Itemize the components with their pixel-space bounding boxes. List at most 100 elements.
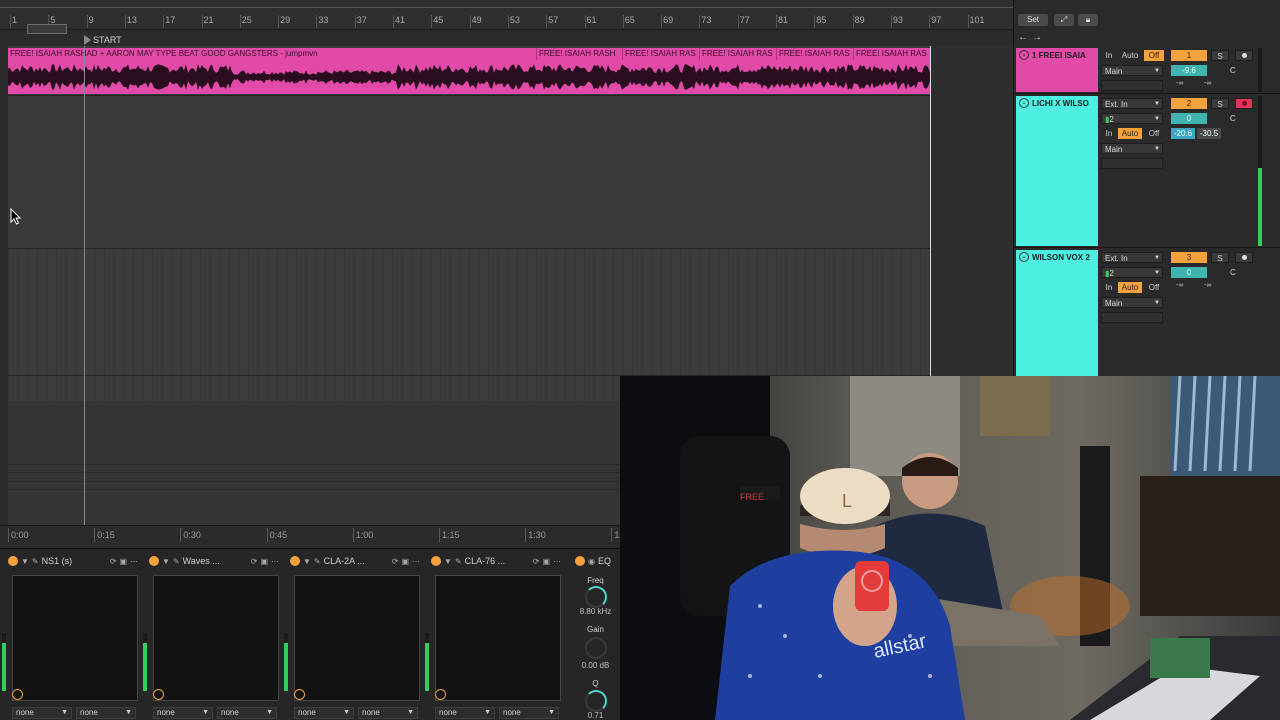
start-marker[interactable]: START [84, 34, 122, 46]
link-icon[interactable]: ⟳ [251, 557, 258, 566]
pan-field[interactable]: C [1230, 114, 1236, 123]
macro-select-2[interactable]: none ▼ [76, 707, 136, 719]
track-name[interactable]: LICHI X WILSO [1016, 96, 1098, 108]
fold-icon[interactable]: ▼ [162, 557, 170, 566]
input-channel-select[interactable]: ▮2 ▼ [1101, 267, 1163, 278]
solo-button[interactable]: S [1211, 252, 1229, 263]
link-icon[interactable]: ⟳ [533, 557, 540, 566]
input-type-select[interactable]: Ext. In ▼ [1101, 252, 1163, 263]
monitor-auto[interactable]: Auto [1118, 50, 1142, 61]
track-color-bar[interactable] [1016, 250, 1098, 376]
monitor-auto[interactable]: Auto [1118, 128, 1142, 139]
save-icon[interactable]: ▣ [401, 557, 409, 566]
output-select[interactable]: Main ▼ [1101, 297, 1163, 308]
plugin-display[interactable] [294, 575, 420, 701]
monitor-off[interactable]: Off [1144, 50, 1164, 61]
q-knob[interactable] [585, 690, 607, 712]
macro-select-2[interactable]: none ▼ [499, 707, 559, 719]
wrench-icon[interactable]: ✎ [32, 557, 39, 566]
volume-field[interactable]: 0 [1171, 113, 1207, 124]
device-header[interactable]: ▼ ✎ NS1 (s) ⟳ ▣ ⋯ [8, 553, 138, 569]
power-icon[interactable] [290, 556, 300, 566]
time-ruler[interactable]: 0:00 0:15 0:30 0:45 1:00 1:15 1:30 1: [0, 525, 622, 545]
solo-button[interactable]: S [1211, 50, 1229, 61]
track-color-bar[interactable] [1016, 96, 1098, 246]
more-icon[interactable]: ⋯ [553, 557, 561, 566]
loop-brace[interactable] [27, 24, 67, 34]
track-activator[interactable]: 2 [1171, 98, 1207, 109]
more-icon[interactable]: ⋯ [271, 557, 279, 566]
info-icon[interactable]: ◉ [588, 557, 595, 566]
fold-icon[interactable]: ▼ [444, 557, 452, 566]
macro-select-2[interactable]: none ▼ [217, 707, 277, 719]
link-icon[interactable]: ⟳ [392, 557, 399, 566]
input-channel-select[interactable]: ▮2 ▼ [1101, 113, 1163, 124]
fold-icon[interactable]: ▼ [21, 557, 29, 566]
arm-button[interactable] [1235, 252, 1253, 263]
volume-field[interactable]: -9.6 [1171, 65, 1207, 76]
macro-select-2[interactable]: none ▼ [358, 707, 418, 719]
audio-clip[interactable]: FREE! ISAIAH RASHAD + AARON MAY TYPE BEA… [8, 48, 930, 94]
macro-select-1[interactable]: none ▼ [12, 707, 72, 719]
wrench-icon[interactable]: ✎ [173, 557, 180, 566]
freq-knob[interactable] [585, 586, 607, 608]
set-button[interactable]: Set [1018, 14, 1048, 26]
save-icon[interactable]: ▣ [119, 557, 127, 566]
power-icon[interactable] [8, 556, 18, 566]
output-select[interactable]: Main ▼ [1101, 143, 1163, 154]
expand-icon[interactable]: ⤢ [1054, 14, 1074, 26]
lock-icon[interactable]: 🔒︎ [1078, 14, 1098, 26]
power-icon[interactable] [575, 556, 585, 566]
device-header[interactable]: ▼ ✎ CLA-76 ... ⟳ ▣ ⋯ [431, 553, 561, 569]
volume-field[interactable]: 0 [1171, 267, 1207, 278]
macro-knob[interactable] [153, 689, 164, 700]
track-lane-2[interactable] [8, 96, 1013, 249]
overview-strip[interactable] [0, 0, 1013, 8]
gain-knob[interactable] [585, 637, 607, 659]
track-activator[interactable]: 3 [1171, 252, 1207, 263]
macro-select-1[interactable]: none ▼ [153, 707, 213, 719]
empty-slot[interactable] [1101, 158, 1163, 169]
macro-knob[interactable] [294, 689, 305, 700]
fold-icon[interactable]: ▼ [303, 557, 311, 566]
save-icon[interactable]: ▣ [260, 557, 268, 566]
input-type-select[interactable]: Ext. In ▼ [1101, 98, 1163, 109]
monitor-in[interactable]: In [1102, 50, 1116, 61]
clip-title-bar[interactable]: FREE! ISAIAH RASHAD + AARON MAY TYPE BEA… [8, 48, 930, 60]
output-select[interactable]: Main ▼ [1101, 65, 1163, 76]
pan-field[interactable]: C [1230, 66, 1236, 75]
wrench-icon[interactable]: ✎ [314, 557, 321, 566]
pan-field[interactable]: C [1230, 268, 1236, 277]
track-activator[interactable]: 1 [1171, 50, 1207, 61]
solo-button[interactable]: S [1211, 98, 1229, 109]
macro-select-1[interactable]: none ▼ [435, 707, 495, 719]
more-icon[interactable]: ⋯ [130, 557, 138, 566]
plugin-display[interactable] [153, 575, 279, 701]
arm-button[interactable] [1235, 98, 1253, 109]
plugin-display[interactable] [435, 575, 561, 701]
power-icon[interactable] [149, 556, 159, 566]
playhead[interactable] [84, 46, 85, 526]
bar-ruler[interactable]: 1 5 9 13 17 21 25 29 33 37 41 45 49 53 57 61 65 69 73 77 81 8… [0, 0, 1013, 34]
device-header[interactable]: ▼ ✎ CLA-2A ... ⟳ ▣ ⋯ [290, 553, 420, 569]
monitor-in[interactable]: In [1102, 282, 1116, 293]
macro-knob[interactable] [12, 689, 23, 700]
empty-slot[interactable] [1101, 80, 1163, 91]
track-lane-3[interactable] [8, 249, 1013, 376]
save-icon[interactable]: ▣ [542, 557, 550, 566]
plugin-display[interactable] [12, 575, 138, 701]
monitor-in[interactable]: In [1102, 128, 1116, 139]
arm-button[interactable] [1235, 50, 1253, 61]
device-header[interactable]: ▼ ✎ Waves ... ⟳ ▣ ⋯ [149, 553, 279, 569]
macro-knob[interactable] [435, 689, 446, 700]
link-icon[interactable]: ⟳ [110, 557, 117, 566]
track-name[interactable]: WILSON VOX 2 [1016, 250, 1098, 262]
more-icon[interactable]: ⋯ [412, 557, 420, 566]
monitor-auto[interactable]: Auto [1118, 282, 1142, 293]
track-name[interactable]: 1 FREEI ISAIA [1016, 48, 1098, 60]
wrench-icon[interactable]: ✎ [455, 557, 462, 566]
power-icon[interactable] [431, 556, 441, 566]
macro-select-1[interactable]: none ▼ [294, 707, 354, 719]
monitor-off[interactable]: Off [1144, 282, 1164, 293]
nav-arrows-icon[interactable]: ←→ [1018, 32, 1046, 43]
